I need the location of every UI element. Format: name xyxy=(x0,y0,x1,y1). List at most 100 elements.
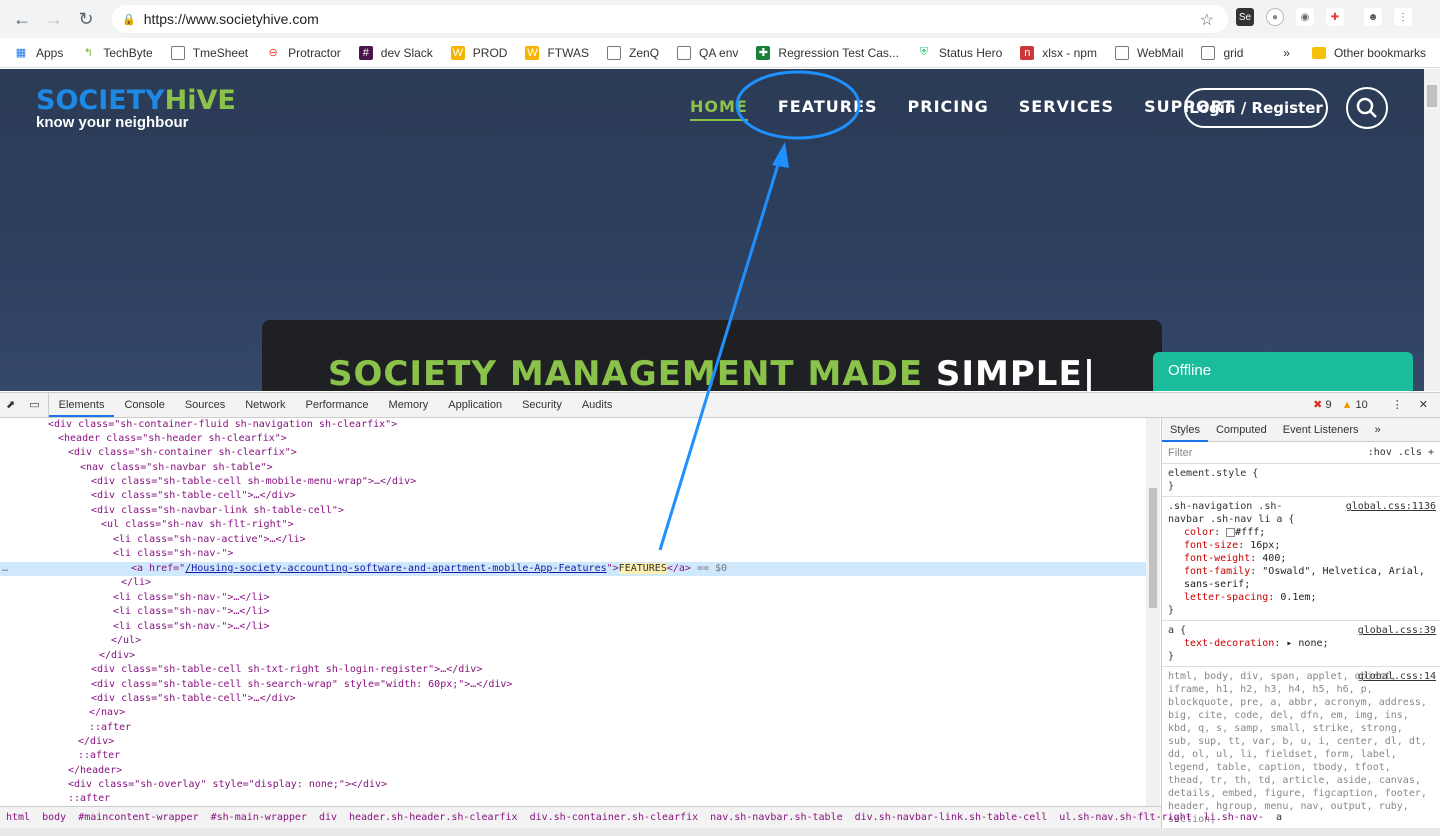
styles-tabs-overflow[interactable]: » xyxy=(1367,424,1389,436)
breadcrumb-item[interactable]: #maincontent-wrapper xyxy=(72,812,204,823)
dom-node[interactable]: ::after xyxy=(0,792,1146,806)
bookmarks-overflow-chevron[interactable]: » xyxy=(1283,46,1290,60)
dom-node[interactable]: <div class="sh-table-cell sh-txt-right s… xyxy=(0,663,1146,677)
bookmark-grid[interactable]: grid xyxy=(1201,45,1243,60)
dom-node[interactable]: </li> xyxy=(0,576,1146,590)
dom-node[interactable]: <div class="sh-table-cell">…</div> xyxy=(0,489,1146,503)
dom-node[interactable]: </nav> xyxy=(0,706,1146,720)
dom-node[interactable]: <div class="sh-container-fluid sh-naviga… xyxy=(0,418,1146,432)
breadcrumb-item[interactable]: header.sh-header.sh-clearfix xyxy=(343,812,524,823)
bookmark-xlsx-npm[interactable]: n xlsx - npm xyxy=(1020,45,1097,60)
menu-kebab-icon[interactable]: ⋮ xyxy=(1394,8,1412,26)
dom-node[interactable]: <header class="sh-header sh-clearfix"> xyxy=(0,432,1146,446)
breadcrumb-item[interactable]: nav.sh-navbar.sh-table xyxy=(704,812,848,823)
breadcrumb-item[interactable]: body xyxy=(36,812,72,823)
chat-widget-offline[interactable]: Offline xyxy=(1153,352,1413,391)
dom-node[interactable]: <div class="sh-overlay" style="display: … xyxy=(0,778,1146,792)
bookmark-prod[interactable]: W PROD xyxy=(450,45,507,60)
other-bookmarks[interactable]: Other bookmarks xyxy=(1334,46,1426,60)
dom-node[interactable]: <li class="sh-nav-">…</li> xyxy=(0,620,1146,634)
bookmark-protractor[interactable]: ⊖ Protractor xyxy=(266,46,340,60)
dom-node-selected[interactable]: … <a href="/Housing-society-accounting-s… xyxy=(0,562,1146,576)
inspect-element-icon[interactable]: ⬈ xyxy=(0,393,21,417)
selenium-extension-icon[interactable]: Se xyxy=(1236,8,1254,26)
bookmark-webmail[interactable]: WebMail xyxy=(1114,45,1183,60)
bookmark-regression[interactable]: ✚ Regression Test Cas... xyxy=(756,45,899,60)
dom-node[interactable]: <div class="sh-table-cell sh-search-wrap… xyxy=(0,678,1146,692)
css-property[interactable]: text-decoration: ▸ none; xyxy=(1168,637,1434,650)
rule-nav-link[interactable]: global.css:1136 .sh-navigation .sh-navba… xyxy=(1162,497,1440,621)
tab-event-listeners[interactable]: Event Listeners xyxy=(1275,424,1367,436)
warning-count[interactable]: ▲ 10 xyxy=(1342,399,1368,411)
css-property[interactable]: font-size: 16px; xyxy=(1168,539,1434,552)
forward-arrow-icon[interactable]: → xyxy=(38,3,70,35)
reload-icon[interactable]: ↻ xyxy=(70,3,102,35)
bookmark-tmesheet[interactable]: TmeSheet xyxy=(170,45,248,60)
site-search-button[interactable] xyxy=(1346,87,1388,129)
more-dots-icon[interactable]: … xyxy=(2,562,8,576)
tab-audits[interactable]: Audits xyxy=(572,393,623,417)
dom-node[interactable]: <div class="sh-table-cell">…</div> xyxy=(0,692,1146,706)
dom-node[interactable]: ::after xyxy=(0,749,1146,763)
dom-node[interactable]: <li class="sh-nav-active">…</li> xyxy=(0,533,1146,547)
profile-icon[interactable]: ☻ xyxy=(1364,8,1382,26)
bookmark-zenq[interactable]: ZenQ xyxy=(607,45,659,60)
dom-node[interactable]: <nav class="sh-navbar sh-table"> xyxy=(0,461,1146,475)
nav-pricing[interactable]: PRICING xyxy=(908,97,989,121)
breadcrumb-item-current[interactable]: a xyxy=(1270,812,1288,823)
dom-node[interactable]: <div class="sh-table-cell sh-mobile-menu… xyxy=(0,475,1146,489)
dom-node[interactable]: </div> xyxy=(0,735,1146,749)
bookmark-techbyte[interactable]: ↰ TechByte xyxy=(81,46,153,60)
tab-performance[interactable]: Performance xyxy=(296,393,379,417)
dom-node[interactable]: </header> xyxy=(0,764,1146,778)
tab-computed[interactable]: Computed xyxy=(1208,424,1275,436)
dom-node[interactable]: <ul class="sh-nav sh-flt-right"> xyxy=(0,518,1146,532)
plus-extension-icon[interactable]: ✚ xyxy=(1326,8,1344,26)
rule-source-link[interactable]: global.css:14 xyxy=(1358,670,1436,683)
breadcrumb-item[interactable]: #sh-main-wrapper xyxy=(205,812,313,823)
dom-href-link[interactable]: /Housing-society-accounting-software-and… xyxy=(185,563,606,574)
elements-scrollbar[interactable] xyxy=(1146,418,1160,806)
styles-filter-toggles[interactable]: :hov .cls + xyxy=(1368,447,1434,458)
breadcrumb-item[interactable]: div xyxy=(313,812,343,823)
rule-anchor[interactable]: global.css:39 a { text-decoration: ▸ non… xyxy=(1162,621,1440,667)
camera-extension-icon[interactable]: ◉ xyxy=(1296,8,1314,26)
tab-network[interactable]: Network xyxy=(235,393,295,417)
dom-node[interactable]: <li class="sh-nav-">…</li> xyxy=(0,591,1146,605)
styles-filter-input[interactable]: Filter xyxy=(1168,447,1192,459)
breadcrumb-item[interactable]: div.sh-navbar-link.sh-table-cell xyxy=(849,812,1054,823)
tab-console[interactable]: Console xyxy=(114,393,174,417)
site-logo[interactable]: SOCIETYHiVE know your neighbour xyxy=(36,85,236,131)
bookmark-qa-env[interactable]: QA env xyxy=(677,45,738,60)
breadcrumb-item[interactable]: li.sh-nav- xyxy=(1198,812,1270,823)
nav-home[interactable]: HOME xyxy=(690,97,748,121)
css-property[interactable]: font-weight: 400; xyxy=(1168,552,1434,565)
bookmark-status-hero[interactable]: ⛨ Status Hero xyxy=(917,46,1003,60)
tab-memory[interactable]: Memory xyxy=(379,393,439,417)
tab-styles[interactable]: Styles xyxy=(1162,418,1208,442)
user-extension-icon[interactable]: ● xyxy=(1266,8,1284,26)
scrollbar-thumb[interactable] xyxy=(1427,85,1437,107)
color-swatch[interactable] xyxy=(1226,527,1236,537)
tab-application[interactable]: Application xyxy=(438,393,512,417)
login-register-button[interactable]: Login / Register xyxy=(1184,88,1328,128)
device-toolbar-icon[interactable]: ▭ xyxy=(21,393,49,417)
dom-node[interactable]: <div class="sh-container sh-clearfix"> xyxy=(0,446,1146,460)
tab-sources[interactable]: Sources xyxy=(175,393,235,417)
error-count[interactable]: ✖ 9 xyxy=(1313,398,1331,411)
css-property[interactable]: font-family: "Oswald", Helvetica, Arial,… xyxy=(1168,565,1434,591)
bookmark-star-icon[interactable]: ☆ xyxy=(1200,10,1214,30)
devtools-close-icon[interactable]: ✕ xyxy=(1419,398,1428,411)
css-property[interactable]: color: #fff; xyxy=(1168,526,1434,539)
dom-node[interactable]: ::after xyxy=(0,721,1146,735)
bookmark-ftwas[interactable]: W FTWAS xyxy=(525,45,589,60)
breadcrumb-item[interactable]: html xyxy=(0,812,36,823)
nav-features[interactable]: FEATURES xyxy=(778,97,878,121)
breadcrumb-item[interactable]: div.sh-container.sh-clearfix xyxy=(524,812,705,823)
devtools-menu-icon[interactable]: ⋮ xyxy=(1392,398,1403,411)
rule-element-style[interactable]: element.style { } xyxy=(1162,464,1440,497)
tab-elements[interactable]: Elements xyxy=(48,393,115,417)
dom-node[interactable]: </ul> xyxy=(0,634,1146,648)
rule-source-link[interactable]: global.css:1136 xyxy=(1346,500,1436,513)
scrollbar-thumb[interactable] xyxy=(1149,488,1157,608)
